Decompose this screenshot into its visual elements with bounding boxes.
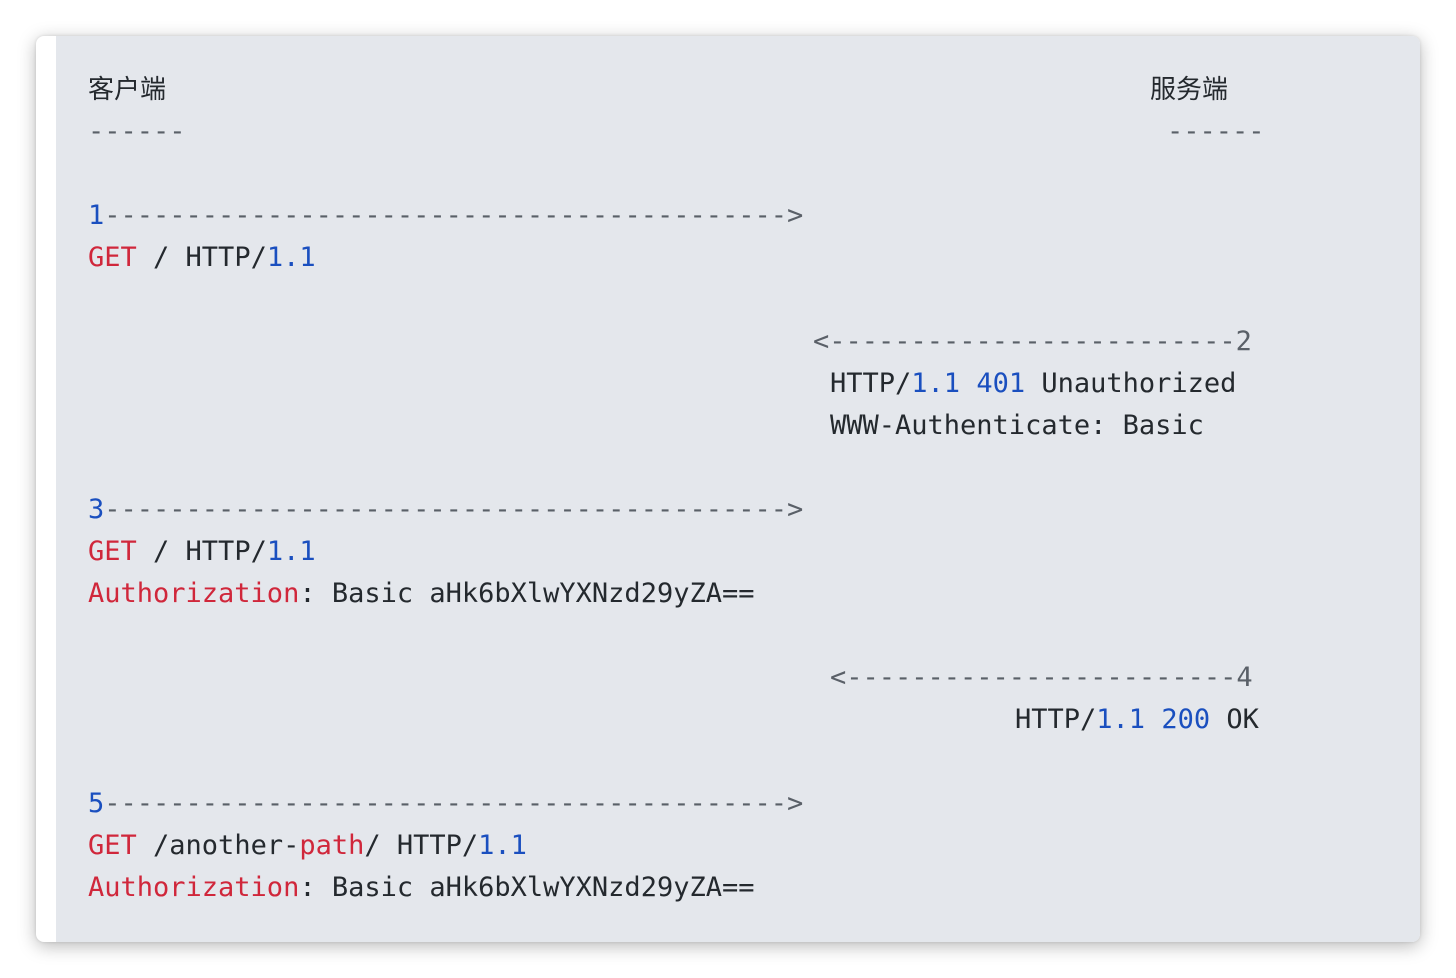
www-authenticate-header: WWW-Authenticate: Basic [830,410,1204,441]
http-method: GET [88,536,137,567]
http-version: 1.1 [478,830,527,861]
arrow-line-right: ----------------------------------------… [104,200,804,231]
request-line: GET / HTTP/1.1 [88,531,316,573]
status-protocol: HTTP/ [830,368,912,399]
step-number-3: 3 [88,494,105,525]
arrow-step-2: <-------------------------2 [813,321,1252,363]
status-code: 200 [1161,704,1211,735]
http-version: 1.1 [1096,704,1146,735]
arrow-line-left: <------------------------- [813,326,1236,357]
arrow-step-3: 3---------------------------------------… [88,489,803,531]
status-line: HTTP/1.1 401 Unauthorized [830,363,1236,405]
status-line: HTTP/1.1 200 OK [1015,699,1259,741]
client-underline: ------ [88,116,186,147]
header-value: : Basic aHk6bXlwYXNzd29yZA== [299,872,755,903]
arrow-step-4: <------------------------4 [830,657,1253,699]
step-number-2: 2 [1235,326,1252,357]
server-underline: ------ [1167,116,1265,147]
arrow-line-left: <------------------------ [830,662,1237,693]
authorization-header: Authorization: Basic aHk6bXlwYXNzd29yZA=… [88,867,754,909]
header-name: Authorization [88,872,300,903]
status-code: 401 [976,368,1026,399]
http-method: GET [88,830,137,861]
request-path-suffix: / HTTP/ [364,830,479,861]
arrow-line-right: ----------------------------------------… [104,494,804,525]
client-header: 客户端 [88,75,167,105]
http-version: 1.1 [911,368,961,399]
arrow-step-1: 1---------------------------------------… [88,195,803,237]
status-protocol: HTTP/ [1015,704,1097,735]
request-path: / HTTP/ [136,242,267,273]
step-number-5: 5 [88,788,105,819]
authorization-header: Authorization: Basic aHk6bXlwYXNzd29yZA=… [88,573,754,615]
code-block: 客户端 服务端 ------ ------ 1-----------------… [56,36,1420,942]
request-line: GET /another-path/ HTTP/1.1 [88,825,527,867]
http-version: 1.1 [266,242,316,273]
step-number-1: 1 [88,200,105,231]
request-path-prefix: /another- [136,830,300,861]
request-path: / HTTP/ [136,536,267,567]
arrow-step-5: 5---------------------------------------… [88,783,803,825]
header-name: Authorization [88,578,300,609]
request-path-keyword: path [299,830,365,861]
http-version: 1.1 [266,536,316,567]
status-text: Unauthorized [1025,368,1237,399]
code-block-frame: 客户端 服务端 ------ ------ 1-----------------… [36,36,1420,942]
server-header: 服务端 [1150,75,1229,105]
arrow-line-right: ----------------------------------------… [104,788,804,819]
request-line: GET / HTTP/1.1 [88,237,316,279]
header-value: : Basic aHk6bXlwYXNzd29yZA== [299,578,755,609]
step-number-4: 4 [1236,662,1253,693]
status-text: OK [1210,704,1259,735]
http-method: GET [88,242,137,273]
